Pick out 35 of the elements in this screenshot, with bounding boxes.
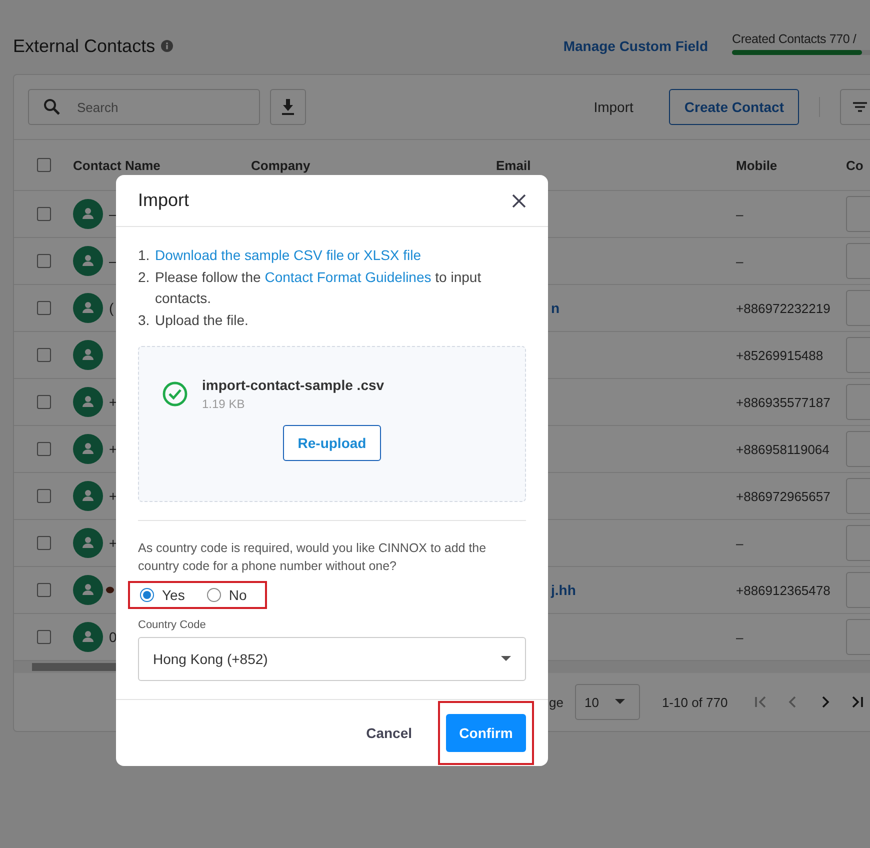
- mobile-cell-text: –: [736, 536, 744, 550]
- file-name: import-contact-sample .csv: [202, 377, 384, 393]
- column-header: Contact Name: [73, 158, 162, 172]
- step-text: Upload the file.: [155, 310, 250, 330]
- mobile-cell-text: +886958119064: [736, 442, 830, 456]
- step-number: 3.: [138, 310, 151, 330]
- contact-name: +: [109, 441, 118, 457]
- mobile-cell-text: +886972232219: [736, 300, 832, 316]
- file-size: 1.19 KB: [202, 397, 246, 411]
- column-header: Co: [846, 158, 864, 172]
- page-range: 1-10 of 770: [662, 694, 728, 710]
- mobile-cell-text: –: [736, 254, 744, 268]
- page-title: External Contacts: [13, 36, 156, 56]
- step-number: 1.: [138, 246, 151, 265]
- contact-name: 0: [109, 629, 117, 645]
- column-header: Email: [496, 158, 532, 172]
- mobile-cell-text: +886912365478: [736, 582, 832, 598]
- created-contacts-label: Created Contacts 770 /: [732, 32, 858, 46]
- mobile-cell-text: +85269915488: [736, 348, 824, 362]
- column-header: Company: [251, 158, 312, 172]
- contact-name: +: [109, 488, 118, 504]
- country-code-question: As country code is required, would you like CINNOX to add the country code for a phone number without one?: [138, 540, 488, 575]
- mobile-cell-text: –: [736, 630, 744, 644]
- step-number: 2.: [138, 268, 151, 286]
- mobile-cell-text: +886935577187: [736, 394, 832, 410]
- contact-name: +: [109, 535, 118, 551]
- contact-name: (: [109, 300, 114, 316]
- mobile-cell-text: –: [736, 206, 744, 222]
- dialog-title: Import: [138, 190, 190, 211]
- rows-per-page-label: ge: [549, 694, 564, 710]
- field-label: Country Code: [138, 619, 207, 631]
- column-header: Mobile: [736, 158, 778, 172]
- mobile-cell-text: +886972965657: [736, 488, 832, 504]
- contact-name: +: [109, 394, 118, 410]
- step-text: Please follow the Contact Format Guidelines to input contacts.: [155, 268, 482, 308]
